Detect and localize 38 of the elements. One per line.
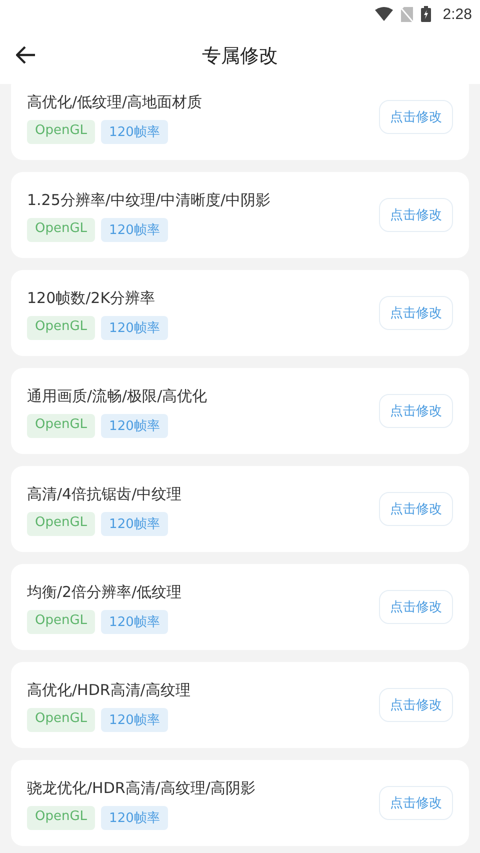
edit-button[interactable]: 点击修改 [379,590,453,624]
tag: 120帧率 [101,218,168,242]
config-title: 骁龙优化/HDR高清/高纹理/高阴影 [27,778,256,798]
config-title: 高清/4倍抗锯齿/中纹理 [27,484,182,504]
edit-button[interactable]: 点击修改 [379,492,453,526]
tag: 120帧率 [101,512,168,536]
edit-button[interactable]: 点击修改 [379,100,453,134]
tag: 120帧率 [101,120,168,144]
tag: 120帧率 [101,806,168,830]
config-title: 120帧数/2K分辨率 [27,288,156,308]
tag: 120帧率 [101,708,168,732]
tag: OpenGL [27,512,96,536]
tag: OpenGL [27,218,96,242]
tag: 120帧率 [101,610,168,634]
config-title: 高优化/HDR高清/高纹理 [27,680,190,700]
page-title: 专属修改 [202,44,278,69]
no-sim-icon [400,6,413,22]
tag: 120帧率 [101,414,168,438]
config-title: 通用画质/流畅/极限/高优化 [27,386,208,406]
tag: OpenGL [27,414,96,438]
status-time: 2:28 [442,6,472,22]
edit-button[interactable]: 点击修改 [379,786,453,820]
edit-button[interactable]: 点击修改 [379,394,453,428]
tag: OpenGL [27,708,96,732]
tag: OpenGL [27,806,96,830]
edit-button[interactable]: 点击修改 [379,296,453,330]
edit-button[interactable]: 点击修改 [379,688,453,722]
tag: OpenGL [27,120,96,144]
tag: OpenGL [27,610,96,634]
config-title: 高优化/低纹理/高地面材质 [27,92,202,112]
config-title: 均衡/2倍分辨率/低纹理 [27,582,182,602]
config-title: 1.25分辨率/中纹理/中清晰度/中阴影 [27,190,271,210]
wifi-icon [374,7,393,21]
back-arrow-icon [16,46,36,64]
tag: 120帧率 [101,316,168,340]
battery-charging-icon [420,6,431,22]
edit-button[interactable]: 点击修改 [379,198,453,232]
tag: OpenGL [27,316,96,340]
